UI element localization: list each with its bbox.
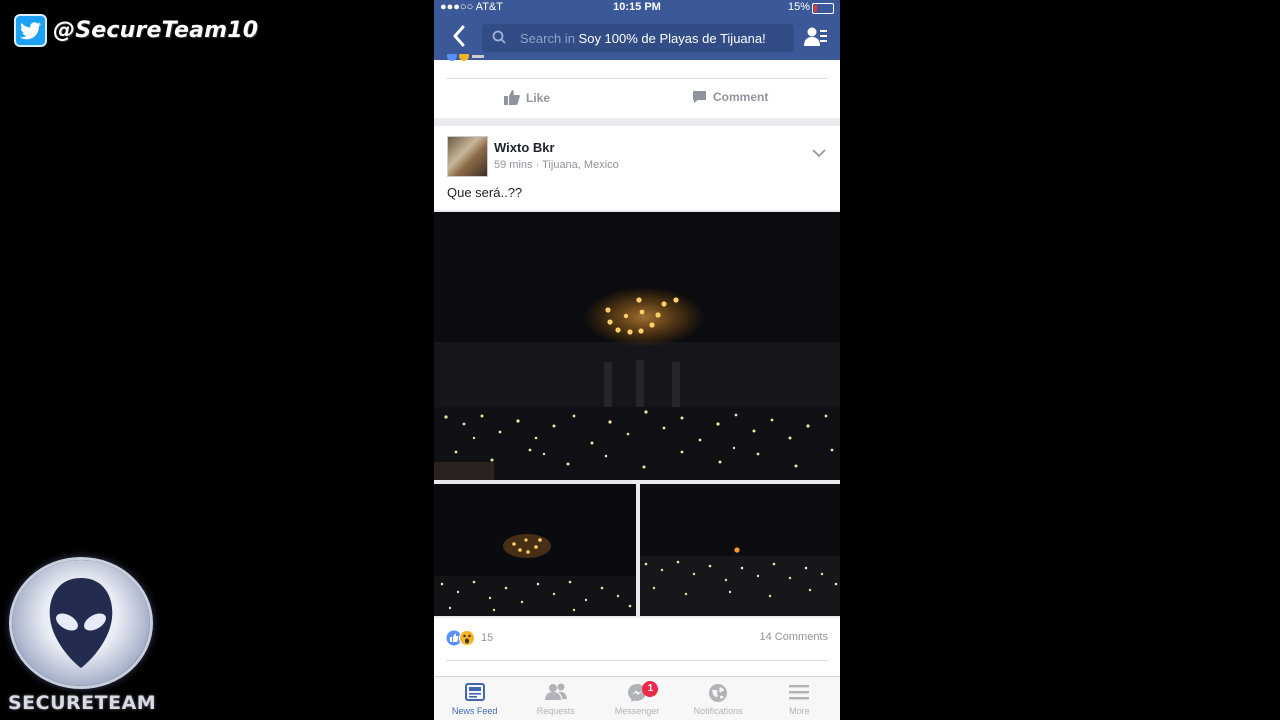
- battery-icon: [812, 3, 834, 14]
- tab-label: More: [789, 706, 810, 716]
- tab-label: Requests: [536, 706, 575, 716]
- tab-label: News Feed: [451, 706, 498, 716]
- tab-messenger[interactable]: 1 Messenger: [596, 677, 677, 720]
- wow-reaction-icon: [459, 630, 475, 646]
- news-feed-icon: [464, 683, 485, 701]
- post-photo-3[interactable]: [640, 484, 840, 616]
- tab-notifications[interactable]: Notifications: [678, 677, 759, 720]
- bottom-tab-bar: News Feed Requests 1 Messenger Notificat…: [434, 676, 840, 720]
- reaction-count: 15: [481, 632, 494, 644]
- twitter-handle: @SecureTeam10: [53, 18, 259, 43]
- comment-button[interactable]: Comment: [692, 90, 768, 104]
- logo-wordmark: SECURETEAM: [8, 692, 157, 714]
- notifications-icon: [709, 684, 728, 702]
- post-time: 59 mins: [494, 159, 533, 171]
- comment-count[interactable]: 14 Comments: [760, 631, 828, 643]
- thumbs-up-icon: [504, 90, 520, 105]
- tab-news-feed[interactable]: News Feed: [434, 677, 515, 720]
- secureteam-logo: SECURETEAM: [8, 556, 157, 716]
- reaction-summary[interactable]: 15: [446, 630, 493, 646]
- tab-more[interactable]: More: [759, 677, 840, 720]
- status-bar: ●●●○○ AT&T 10:15 PM 15%: [434, 0, 840, 16]
- previous-post-reaction-icons: [447, 54, 484, 61]
- chevron-down-icon[interactable]: [812, 144, 826, 162]
- group-search-input[interactable]: Search in Soy 100% de Playas de Tijuana!: [482, 24, 794, 52]
- tab-label: Messenger: [614, 706, 660, 716]
- post-header: Wixto Bkr 59 mins · Tijuana, Mexico Que …: [434, 126, 840, 210]
- like-button[interactable]: Like: [504, 90, 550, 105]
- facebook-top-bar: Search in Soy 100% de Playas de Tijuana!: [434, 16, 840, 60]
- back-arrow-icon[interactable]: [452, 25, 466, 52]
- status-time: 10:15 PM: [613, 1, 661, 13]
- tab-requests[interactable]: Requests: [515, 677, 596, 720]
- previous-post-footer: Like Comment: [434, 54, 840, 118]
- author-avatar[interactable]: [447, 136, 488, 177]
- post-photo-main[interactable]: [434, 212, 840, 480]
- twitter-watermark: @SecureTeam10: [14, 14, 258, 47]
- tab-label: Notifications: [693, 706, 743, 716]
- group-members-icon[interactable]: [804, 26, 828, 53]
- comment-bubble-icon: [693, 91, 706, 103]
- alien-head-emblem: [12, 560, 150, 686]
- requests-icon: [544, 683, 567, 700]
- post-photo-2[interactable]: [434, 484, 636, 616]
- post-stats: 15 14 Comments: [434, 618, 840, 676]
- post-author[interactable]: Wixto Bkr: [494, 140, 555, 155]
- like-label: Like: [526, 90, 551, 105]
- comment-label: Comment: [713, 90, 769, 104]
- post-text: Que será..??: [447, 185, 523, 200]
- divider: [446, 78, 828, 79]
- post-location[interactable]: Tijuana, Mexico: [542, 159, 619, 171]
- phone-screen: ●●●○○ AT&T 10:15 PM 15% Search in Soy 10…: [434, 0, 840, 720]
- battery-percent: 15%: [787, 1, 810, 13]
- post-meta: 59 mins · Tijuana, Mexico: [494, 159, 619, 171]
- divider: [446, 660, 828, 661]
- search-icon: [492, 30, 506, 47]
- more-icon: [789, 685, 810, 700]
- search-placeholder-prefix: Search in: [520, 31, 575, 46]
- search-group-name: Soy 100% de Playas de Tijuana!: [578, 31, 766, 46]
- twitter-bird-icon: [14, 14, 47, 47]
